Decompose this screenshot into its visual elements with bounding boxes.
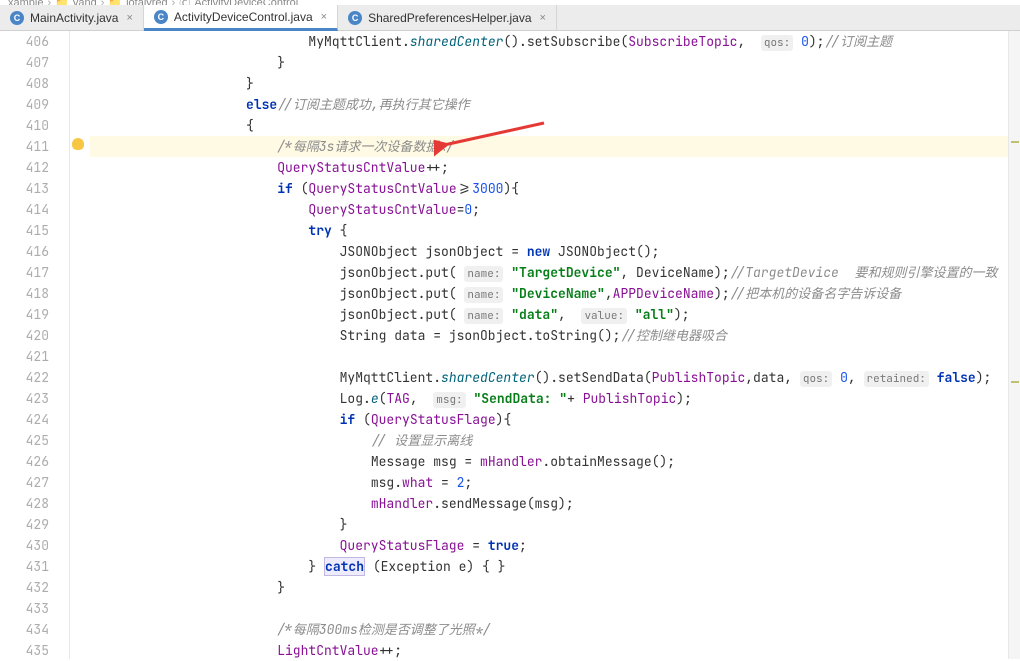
line-number[interactable]: 420: [0, 325, 69, 346]
code-line[interactable]: QueryStatusCntValue++;: [90, 157, 1020, 178]
code-line[interactable]: mHandler.sendMessage(msg);: [90, 493, 1020, 514]
gutter: 4064074084094104114124134144154164174184…: [0, 31, 70, 659]
editor-tabs: C MainActivity.java × C ActivityDeviceCo…: [0, 5, 1020, 31]
tab-label: SharedPreferencesHelper.java: [368, 11, 531, 25]
line-number[interactable]: 406: [0, 31, 69, 52]
line-number[interactable]: 426: [0, 451, 69, 472]
close-icon[interactable]: ×: [540, 12, 546, 24]
line-number[interactable]: 412: [0, 157, 69, 178]
code-line[interactable]: /*每隔300ms检测是否调整了光照*/: [90, 619, 1020, 640]
line-number[interactable]: 434: [0, 619, 69, 640]
code-line[interactable]: if (QueryStatusFlage){: [90, 409, 1020, 430]
line-number[interactable]: 428: [0, 493, 69, 514]
line-number[interactable]: 424: [0, 409, 69, 430]
line-number[interactable]: 430: [0, 535, 69, 556]
editor: 4064074084094104114124134144154164174184…: [0, 31, 1020, 659]
tab-label: MainActivity.java: [30, 11, 118, 25]
tab-main-activity[interactable]: C MainActivity.java ×: [0, 5, 144, 30]
code-line[interactable]: }: [90, 577, 1020, 598]
line-number[interactable]: 415: [0, 220, 69, 241]
line-number[interactable]: 416: [0, 241, 69, 262]
line-number[interactable]: 419: [0, 304, 69, 325]
code-area[interactable]: MyMqttClient.sharedCenter().setSubscribe…: [86, 31, 1020, 659]
code-line[interactable]: {: [90, 115, 1020, 136]
code-line[interactable]: JSONObject jsonObject = new JSONObject()…: [90, 241, 1020, 262]
line-number[interactable]: 433: [0, 598, 69, 619]
gutter-icons: [70, 31, 86, 659]
code-line[interactable]: }: [90, 514, 1020, 535]
class-icon: C: [10, 11, 24, 25]
code-line[interactable]: MyMqttClient.sharedCenter().setSubscribe…: [90, 31, 1020, 52]
line-number[interactable]: 407: [0, 52, 69, 73]
code-line[interactable]: MyMqttClient.sharedCenter().setSendData(…: [90, 367, 1020, 388]
code-line[interactable]: Log.e(TAG, msg: "SendData: "+ PublishTop…: [90, 388, 1020, 409]
line-number[interactable]: 422: [0, 367, 69, 388]
code-line[interactable]: }: [90, 73, 1020, 94]
code-line[interactable]: msg.what = 2;: [90, 472, 1020, 493]
code-line[interactable]: jsonObject.put( name: "TargetDevice", De…: [90, 262, 1020, 283]
line-number[interactable]: 421: [0, 346, 69, 367]
tab-activity-device-control[interactable]: C ActivityDeviceControl.java ×: [144, 5, 338, 31]
class-icon: C: [348, 11, 362, 25]
code-line[interactable]: QueryStatusCntValue=0;: [90, 199, 1020, 220]
code-line[interactable]: String data = jsonObject.toString();//控制…: [90, 325, 1020, 346]
line-number[interactable]: 410: [0, 115, 69, 136]
code-line[interactable]: QueryStatusFlage = true;: [90, 535, 1020, 556]
intention-bulb-icon[interactable]: [72, 138, 84, 150]
code-line[interactable]: try {: [90, 220, 1020, 241]
line-number[interactable]: 435: [0, 640, 69, 661]
code-line[interactable]: LightCntValue++;: [90, 640, 1020, 659]
scroll-marker-bar[interactable]: [1008, 31, 1020, 659]
code-line[interactable]: } catch (Exception e) { }: [90, 556, 1020, 577]
code-line[interactable]: jsonObject.put( name: "data", value: "al…: [90, 304, 1020, 325]
close-icon[interactable]: ×: [321, 11, 327, 23]
code-line[interactable]: [90, 346, 1020, 367]
close-icon[interactable]: ×: [126, 12, 132, 24]
code-line[interactable]: else//订阅主题成功,再执行其它操作: [90, 94, 1020, 115]
tab-shared-preferences-helper[interactable]: C SharedPreferencesHelper.java ×: [338, 5, 557, 30]
code-line[interactable]: }: [90, 52, 1020, 73]
code-line[interactable]: if (QueryStatusCntValue>=3000){: [90, 178, 1020, 199]
tab-label: ActivityDeviceControl.java: [174, 10, 313, 24]
code-line[interactable]: [90, 598, 1020, 619]
line-number[interactable]: 429: [0, 514, 69, 535]
class-icon: C: [154, 10, 168, 24]
line-number[interactable]: 431: [0, 556, 69, 577]
line-number[interactable]: 408: [0, 73, 69, 94]
code-line[interactable]: /*每隔3s请求一次设备数据*/: [90, 136, 1020, 157]
line-number[interactable]: 417: [0, 262, 69, 283]
line-number[interactable]: 414: [0, 199, 69, 220]
line-number[interactable]: 423: [0, 388, 69, 409]
line-number[interactable]: 409: [0, 94, 69, 115]
line-number[interactable]: 418: [0, 283, 69, 304]
line-number[interactable]: 413: [0, 178, 69, 199]
line-number[interactable]: 411: [0, 136, 69, 157]
line-number[interactable]: 432: [0, 577, 69, 598]
code-line[interactable]: Message msg = mHandler.obtainMessage();: [90, 451, 1020, 472]
line-number[interactable]: 425: [0, 430, 69, 451]
line-number[interactable]: 427: [0, 472, 69, 493]
code-line[interactable]: jsonObject.put( name: "DeviceName",APPDe…: [90, 283, 1020, 304]
code-line[interactable]: // 设置显示离线: [90, 430, 1020, 451]
